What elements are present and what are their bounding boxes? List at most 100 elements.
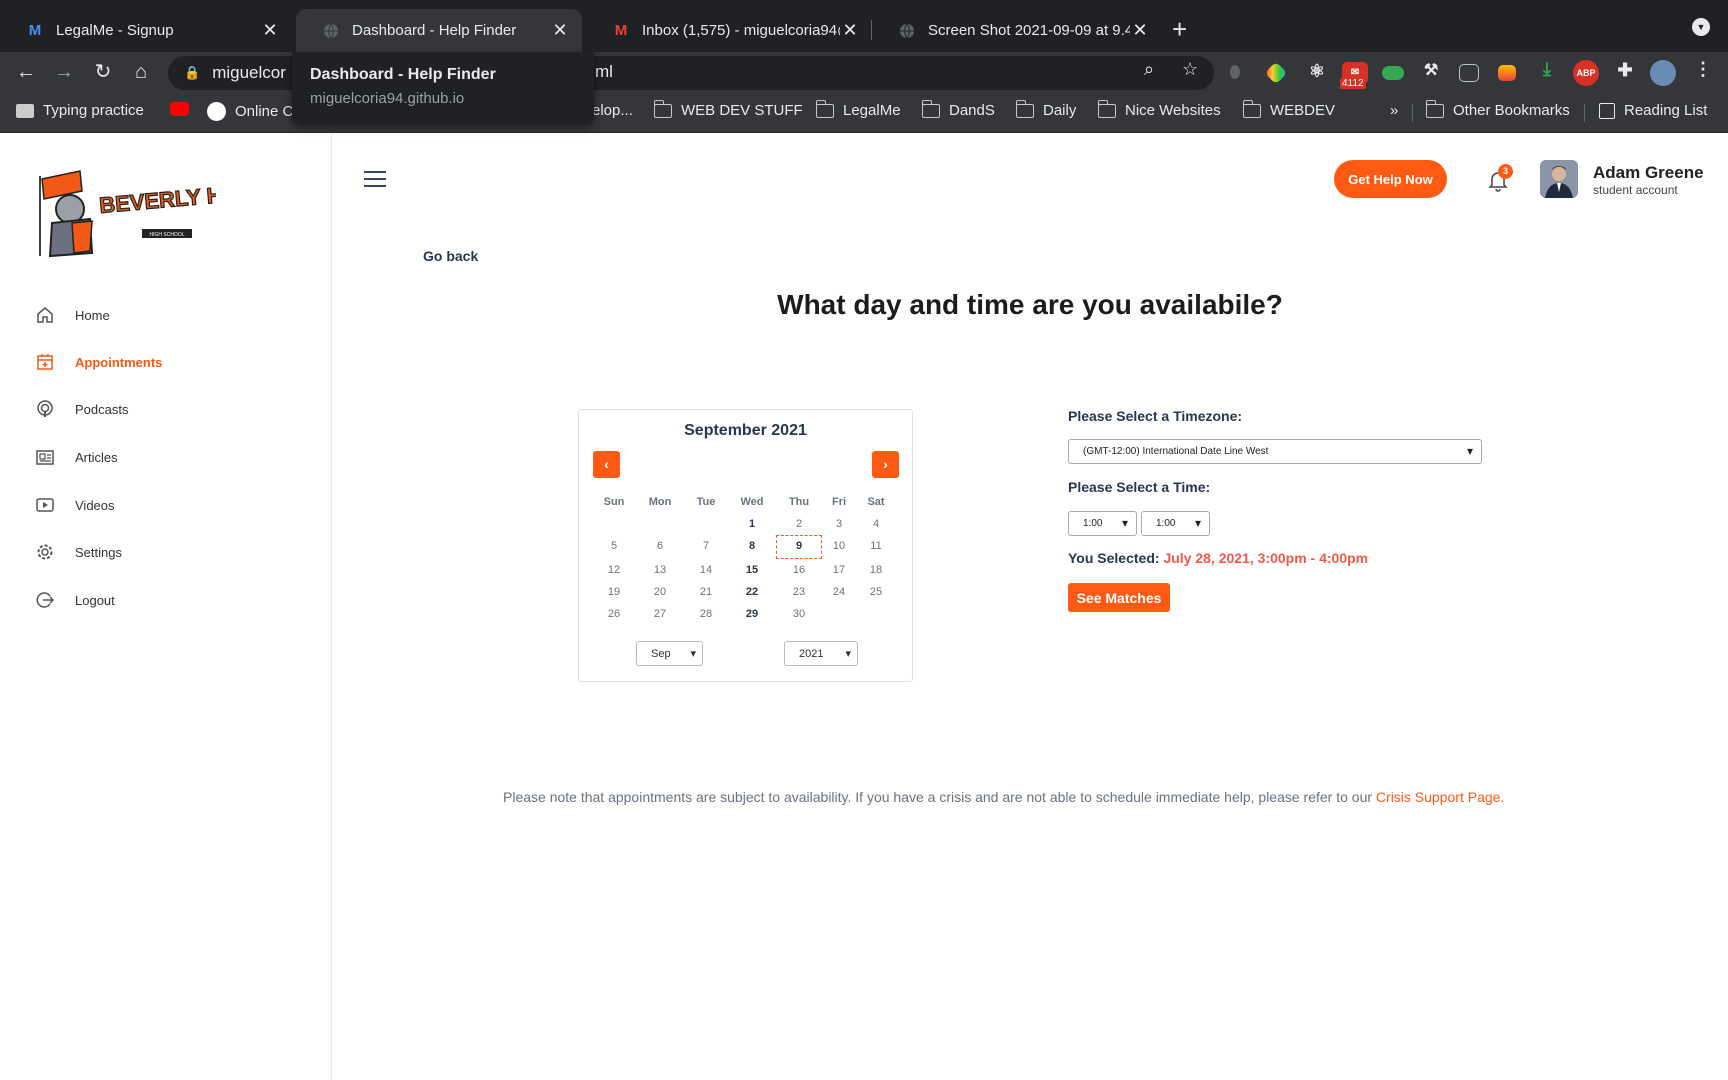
close-icon[interactable]: ✕: [840, 20, 860, 41]
calendar-day[interactable]: 7: [686, 540, 726, 552]
calendar-day[interactable]: 15: [732, 564, 772, 576]
profile-icon[interactable]: [1650, 60, 1676, 86]
calendar-day[interactable]: 25: [856, 586, 896, 598]
calendar-day[interactable]: 2: [779, 518, 819, 530]
year-select[interactable]: 2021 ▾: [784, 641, 858, 666]
calendar-day[interactable]: 11: [856, 540, 896, 552]
close-icon[interactable]: ✕: [260, 20, 280, 41]
sidebar-item-podcasts[interactable]: Podcasts: [34, 397, 294, 421]
hamburger-menu-icon[interactable]: [364, 171, 386, 187]
date-picker: September 2021 ‹ › Sun Mon Tue Wed Thu Fri Sat…: [578, 409, 913, 682]
bookmark-label: elop...: [592, 102, 633, 119]
tab-inbox[interactable]: M Inbox (1,575) - miguelcoria94@ ✕: [586, 9, 872, 52]
bookmark-nice-websites[interactable]: Nice Websites: [1097, 99, 1221, 119]
puzzle-icon[interactable]: ✚: [1614, 59, 1636, 81]
sidebar: BEVERLY HILLS HIGH SCHOOL Home Appointme…: [0, 133, 332, 1080]
sidebar-item-videos[interactable]: Videos: [34, 493, 294, 517]
crisis-support-link[interactable]: Crisis Support Page.: [1376, 789, 1504, 805]
bookmark-other[interactable]: Other Bookmarks: [1425, 99, 1570, 119]
calendar-day[interactable]: 23: [779, 586, 819, 598]
calendar-day[interactable]: 10: [819, 540, 859, 552]
adblock-icon[interactable]: ABP: [1573, 60, 1599, 86]
star-icon[interactable]: ☆: [1182, 59, 1198, 80]
tab-tooltip: Dashboard - Help Finder miguelcoria94.gi…: [292, 52, 594, 124]
prev-month-button[interactable]: ‹: [593, 451, 620, 478]
sidebar-item-settings[interactable]: Settings: [34, 540, 294, 564]
extension-icon[interactable]: [1230, 65, 1240, 79]
tab-dashboard[interactable]: Dashboard - Help Finder ✕: [296, 9, 582, 52]
calendar-day[interactable]: 16: [779, 564, 819, 576]
bookmark-develop[interactable]: elop...: [592, 102, 633, 119]
forward-icon[interactable]: →: [50, 58, 78, 86]
sidebar-item-home[interactable]: Home: [34, 303, 294, 327]
toggle-extension-icon[interactable]: [1382, 66, 1404, 80]
bookmark-youtube[interactable]: [170, 102, 189, 116]
tab-screenshot[interactable]: Screen Shot 2021-09-09 at 9.4 ✕: [872, 9, 1162, 52]
calendar-day[interactable]: 6: [640, 540, 680, 552]
see-matches-button[interactable]: See Matches: [1068, 583, 1170, 612]
bookmark-webdev[interactable]: WEBDEV: [1242, 99, 1335, 119]
calendar-day[interactable]: 22: [732, 586, 772, 598]
calendar-day[interactable]: 4: [856, 518, 896, 530]
calendar-day[interactable]: 13: [640, 564, 680, 576]
school-logo[interactable]: BEVERLY HILLS HIGH SCHOOL: [30, 161, 272, 261]
zoom-icon[interactable]: ⌕: [1144, 59, 1154, 80]
color-extension-icon[interactable]: [1264, 61, 1288, 85]
calendar-day[interactable]: 14: [686, 564, 726, 576]
calendar-day[interactable]: 3: [819, 518, 859, 530]
calendar-day[interactable]: 26: [594, 608, 634, 620]
calendar-day[interactable]: 18: [856, 564, 896, 576]
close-icon[interactable]: ✕: [550, 20, 570, 41]
new-tab-icon[interactable]: +: [1172, 14, 1187, 45]
calendar-day[interactable]: 20: [640, 586, 680, 598]
selected-label: You Selected:: [1068, 550, 1160, 566]
close-icon[interactable]: ✕: [1130, 20, 1150, 41]
sidebar-item-articles[interactable]: Articles: [34, 445, 294, 469]
calendar-day[interactable]: 8: [732, 540, 772, 552]
avatar[interactable]: [1540, 160, 1578, 198]
go-back-link[interactable]: Go back: [423, 248, 478, 264]
globe-icon: [898, 22, 916, 40]
get-help-now-button[interactable]: Get Help Now: [1334, 160, 1447, 198]
menu-icon[interactable]: ⋮: [1692, 58, 1714, 80]
bookmark-legalme[interactable]: LegalMe: [815, 99, 901, 119]
calendar-day[interactable]: 27: [640, 608, 680, 620]
calendar-day[interactable]: 19: [594, 586, 634, 598]
tab-legalme[interactable]: M LegalMe - Signup ✕: [0, 9, 292, 52]
bookmark-online[interactable]: Online C: [207, 102, 293, 121]
react-icon[interactable]: ⚛: [1306, 60, 1328, 82]
start-time-select[interactable]: 1:00 ▾: [1068, 511, 1137, 536]
calendar-day[interactable]: 30: [779, 608, 819, 620]
home-icon[interactable]: ⌂: [127, 58, 155, 86]
home-icon: [34, 304, 56, 326]
sidebar-item-appointments[interactable]: Appointments: [34, 350, 294, 374]
bookmarks-overflow-icon[interactable]: »: [1390, 102, 1398, 119]
screenshot-extension-icon[interactable]: [1459, 64, 1479, 82]
bookmark-label: DandS: [949, 102, 995, 119]
calendar-day[interactable]: 21: [686, 586, 726, 598]
end-time-select[interactable]: 1:00 ▾: [1141, 511, 1210, 536]
month-select[interactable]: Sep ▾: [636, 641, 703, 666]
bookmark-typing-practice[interactable]: Typing practice: [16, 102, 144, 119]
tools-icon[interactable]: ⚒: [1420, 60, 1442, 82]
calendar-day[interactable]: 24: [819, 586, 859, 598]
timezone-select[interactable]: (GMT-12:00) International Date Line West…: [1068, 439, 1482, 464]
calendar-day-selected[interactable]: 9: [776, 535, 822, 559]
palette-extension-icon[interactable]: [1498, 65, 1516, 81]
calendar-day[interactable]: 12: [594, 564, 634, 576]
calendar-day[interactable]: 5: [594, 540, 634, 552]
tab-search-icon[interactable]: ▼: [1692, 18, 1710, 36]
reading-list[interactable]: Reading List: [1599, 102, 1707, 119]
reload-icon[interactable]: ↻: [89, 58, 117, 86]
download-extension-icon[interactable]: ⤓: [1536, 58, 1558, 80]
calendar-day[interactable]: 28: [686, 608, 726, 620]
bookmark-web-dev-stuff[interactable]: WEB DEV STUFF: [653, 99, 803, 119]
bookmark-daily[interactable]: Daily: [1015, 99, 1076, 119]
calendar-day[interactable]: 17: [819, 564, 859, 576]
next-month-button[interactable]: ›: [872, 451, 899, 478]
bookmark-dands[interactable]: DandS: [921, 99, 995, 119]
calendar-day[interactable]: 29: [732, 608, 772, 620]
calendar-day[interactable]: 1: [732, 518, 772, 530]
back-icon[interactable]: ←: [12, 58, 40, 86]
sidebar-item-logout[interactable]: Logout: [34, 588, 294, 612]
